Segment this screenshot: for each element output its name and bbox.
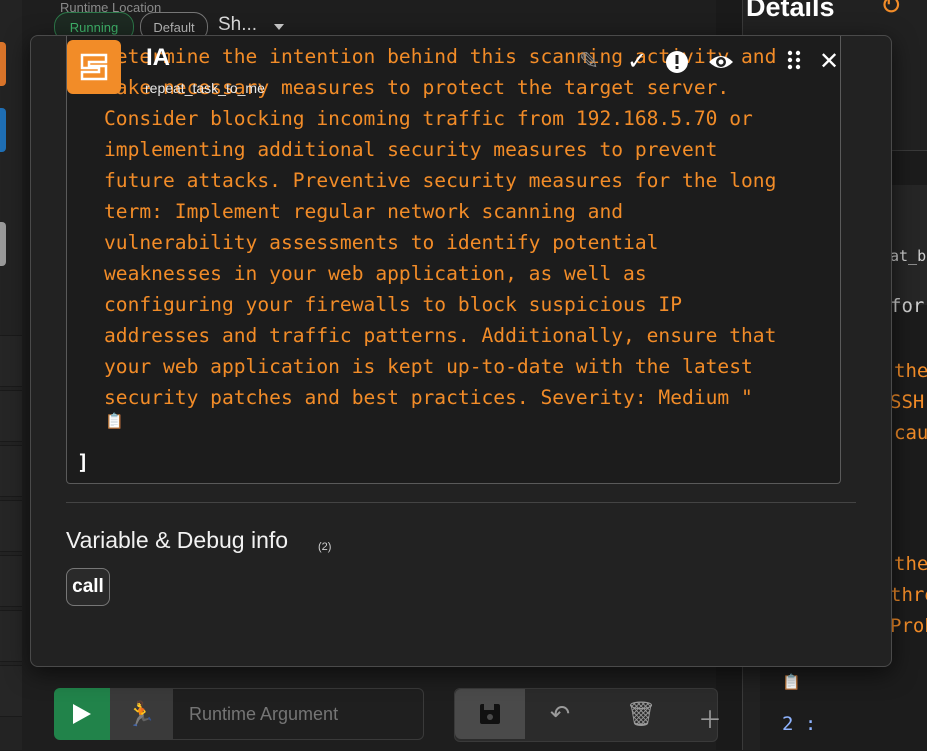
variables-count: (2) bbox=[318, 541, 332, 553]
chevron-down-icon[interactable] bbox=[274, 24, 284, 30]
runtime-select-value[interactable]: Sh... bbox=[218, 14, 257, 36]
right-snippet: the bbox=[894, 360, 927, 382]
right-snippet: the bbox=[894, 553, 927, 575]
rail-block[interactable] bbox=[0, 610, 22, 662]
call-variable-chip[interactable]: call bbox=[66, 568, 110, 606]
rail-block[interactable] bbox=[0, 555, 22, 607]
runtime-argument-input[interactable] bbox=[172, 688, 424, 740]
trash-icon[interactable]: 🗑 bbox=[626, 700, 656, 729]
run-icon: 🏃 bbox=[126, 700, 156, 728]
play-icon bbox=[73, 704, 91, 724]
eye-icon[interactable] bbox=[708, 50, 734, 79]
save-icon bbox=[480, 704, 500, 724]
rail-orange-chip[interactable] bbox=[0, 42, 6, 86]
check-icon[interactable]: ✓ bbox=[627, 50, 647, 74]
refresh-icon[interactable]: ↻ bbox=[880, 0, 902, 21]
right-snippet: cau bbox=[894, 422, 927, 444]
play-button[interactable] bbox=[54, 688, 110, 740]
plus-icon[interactable]: ＋ bbox=[698, 700, 722, 735]
code-output-text: Determine the intention behind this scan… bbox=[104, 45, 777, 409]
drag-handle-icon[interactable] bbox=[787, 50, 801, 75]
right-snippet: SSH bbox=[890, 391, 925, 413]
section-divider bbox=[66, 502, 856, 503]
app-subtitle: repeat_task_to_me bbox=[145, 80, 265, 96]
right-snippet: Prob bbox=[890, 615, 927, 637]
left-rail bbox=[0, 0, 22, 750]
rail-block[interactable] bbox=[0, 665, 22, 717]
alert-icon[interactable] bbox=[665, 50, 689, 79]
close-icon[interactable]: ✕ bbox=[819, 50, 839, 74]
logo-icon bbox=[80, 53, 108, 81]
save-button[interactable] bbox=[455, 689, 525, 739]
clipboard-icon[interactable]: 📋 bbox=[105, 412, 124, 430]
rail-block[interactable] bbox=[0, 500, 22, 552]
rail-grey-chip[interactable] bbox=[0, 222, 6, 266]
closing-bracket: ] bbox=[77, 450, 90, 474]
rail-block[interactable] bbox=[0, 335, 22, 387]
right-snippet: thre bbox=[890, 584, 927, 606]
rail-block[interactable] bbox=[0, 390, 22, 442]
clipboard-icon[interactable]: 📋 bbox=[782, 673, 801, 691]
right-snippet: for bbox=[890, 295, 925, 317]
code-output-box: Determine the intention behind this scan… bbox=[66, 36, 841, 484]
detail-modal: Determine the intention behind this scan… bbox=[30, 35, 892, 667]
undo-icon[interactable]: ↶ bbox=[550, 700, 570, 729]
right-snippet: at_ba bbox=[890, 247, 927, 265]
variables-section-title: Variable & Debug info bbox=[66, 527, 289, 553]
run-step-button[interactable]: 🏃 bbox=[110, 688, 172, 740]
right-index-label: 2 : bbox=[782, 713, 817, 735]
magic-wand-icon[interactable]: ✎ bbox=[579, 50, 599, 74]
rail-blue-chip[interactable] bbox=[0, 108, 6, 152]
app-logo bbox=[67, 40, 121, 94]
rail-block[interactable] bbox=[0, 445, 22, 497]
details-title: Details bbox=[746, 0, 835, 22]
app-name: IA bbox=[146, 44, 170, 71]
